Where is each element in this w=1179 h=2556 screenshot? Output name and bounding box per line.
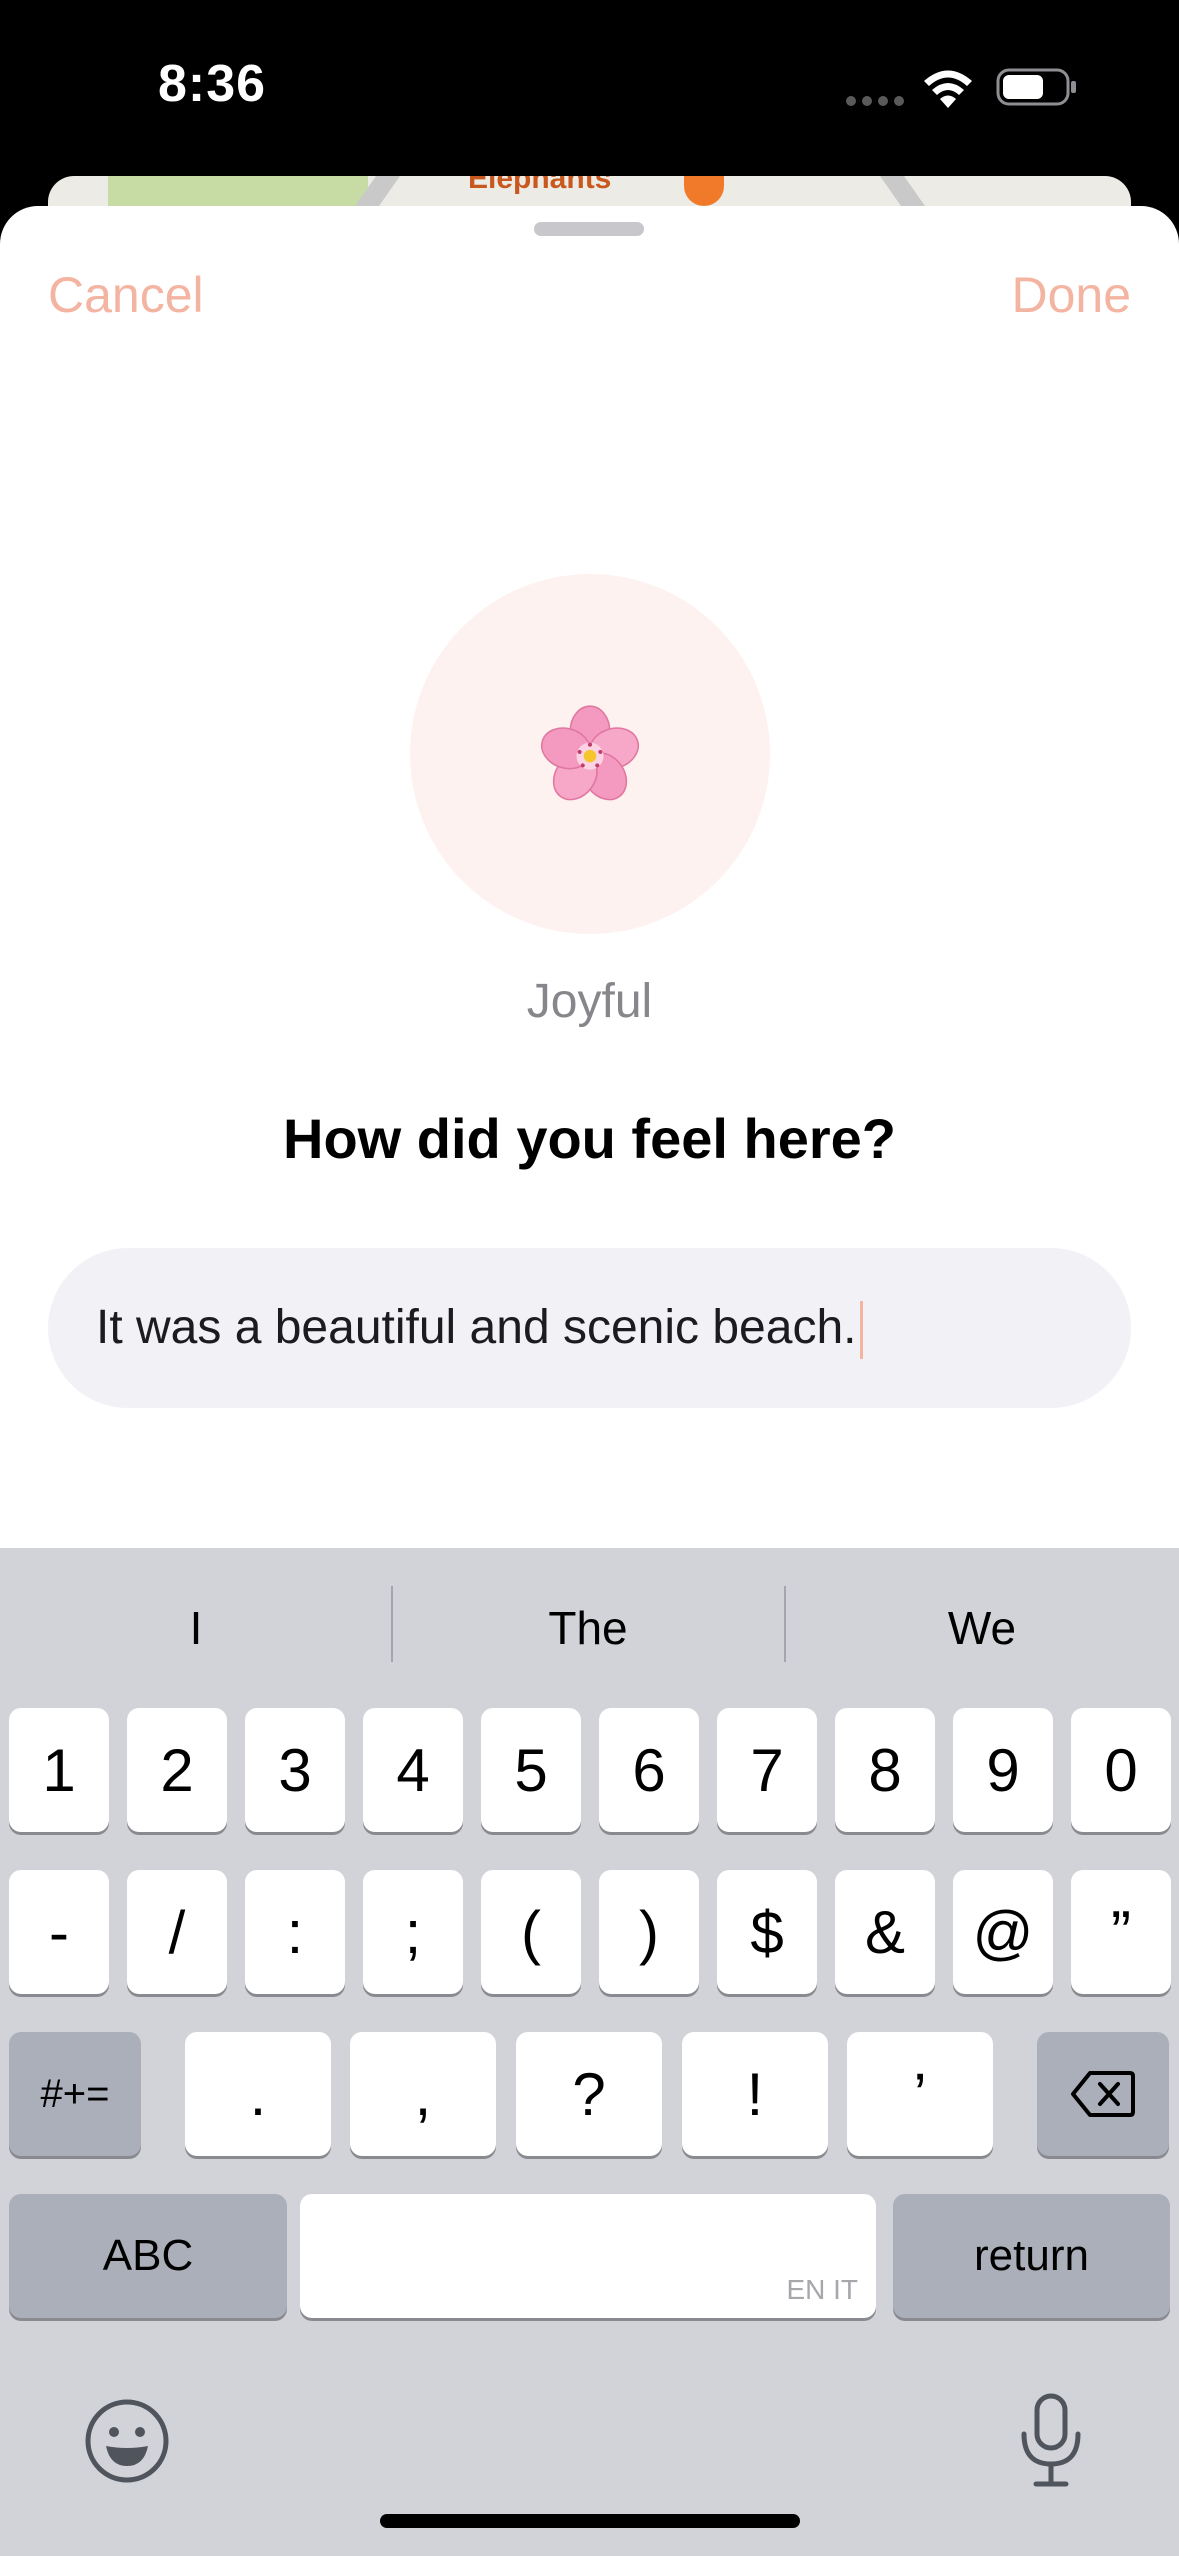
key-ampersand[interactable]: & [835,1870,935,1994]
keyboard: I The We 1 2 3 4 5 6 7 8 9 0 - / : ; ( )… [0,1548,1179,2556]
note-text: It was a beautiful and scenic beach. [96,1301,857,1354]
clock: 8:36 [158,55,267,113]
map-pin-icon [684,176,724,206]
map-place-label: Elephants [468,176,612,195]
key-0[interactable]: 0 [1071,1708,1171,1832]
abc-key[interactable]: ABC [9,2194,287,2318]
key-close-paren[interactable]: ) [599,1870,699,1994]
key-8[interactable]: 8 [835,1708,935,1832]
mood-label: Joyful [526,975,653,1028]
done-button[interactable]: Done [1011,266,1131,324]
home-indicator[interactable] [380,2514,800,2528]
cancel-button[interactable]: Cancel [48,266,204,324]
space-key[interactable]: EN IT [300,2194,876,2318]
key-at[interactable]: @ [953,1870,1053,1994]
key-open-paren[interactable]: ( [481,1870,581,1994]
key-slash[interactable]: / [127,1870,227,1994]
delete-backspace-icon [1071,2071,1135,2117]
cherry-blossom-icon [540,705,640,801]
microphone-icon[interactable] [1016,2390,1086,2490]
symbols-key[interactable]: #+= [9,2032,141,2156]
delete-key[interactable] [1037,2032,1169,2156]
key-question[interactable]: ? [516,2032,662,2156]
text-caret [860,1301,864,1360]
key-1[interactable]: 1 [9,1708,109,1832]
status-bar: 8:36 [0,0,1179,200]
key-2[interactable]: 2 [127,1708,227,1832]
key-4[interactable]: 4 [363,1708,463,1832]
key-3[interactable]: 3 [245,1708,345,1832]
key-quote[interactable]: ” [1071,1870,1171,1994]
question-heading: How did you feel here? [283,1107,896,1170]
emoji-icon[interactable] [84,2398,170,2484]
key-hyphen[interactable]: - [9,1870,109,1994]
space-language-label: EN IT [786,2274,858,2305]
key-9[interactable]: 9 [953,1708,1053,1832]
cellular-signal-icon [846,96,904,108]
mood-avatar[interactable] [410,574,770,934]
key-period[interactable]: . [185,2032,331,2156]
note-input[interactable]: It was a beautiful and scenic beach. [48,1248,1131,1408]
key-apostrophe[interactable]: ’ [847,2032,993,2156]
key-comma[interactable]: , [350,2032,496,2156]
key-semicolon[interactable]: ; [363,1870,463,1994]
suggestion-2[interactable]: The [392,1548,784,1708]
battery-icon [996,68,1076,106]
suggestion-3[interactable]: We [786,1548,1178,1708]
key-dollar[interactable]: $ [717,1870,817,1994]
suggestion-1[interactable]: I [0,1548,392,1708]
key-colon[interactable]: : [245,1870,345,1994]
key-5[interactable]: 5 [481,1708,581,1832]
key-7[interactable]: 7 [717,1708,817,1832]
key-exclamation[interactable]: ! [682,2032,828,2156]
sheet-grabber[interactable] [534,222,644,236]
return-key[interactable]: return [893,2194,1170,2318]
key-6[interactable]: 6 [599,1708,699,1832]
wifi-icon [924,70,972,108]
